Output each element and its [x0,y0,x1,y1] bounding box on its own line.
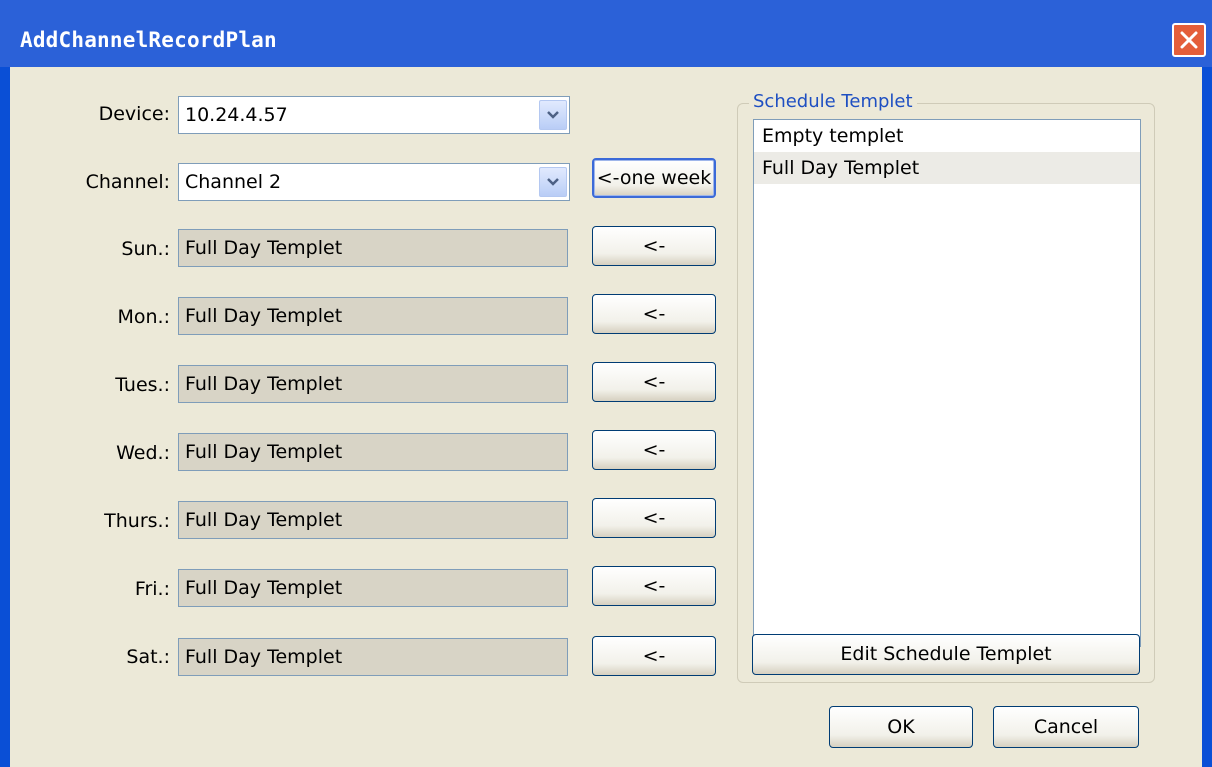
list-item[interactable]: Full Day Templet [754,152,1140,184]
channel-dropdown-button[interactable] [539,167,567,197]
edit-schedule-templet-button[interactable]: Edit Schedule Templet [752,634,1140,675]
channel-combobox[interactable]: Channel 2 [178,163,570,201]
day-label-sun: Sun.: [121,238,170,260]
schedule-templet-list[interactable]: Empty templet Full Day Templet [753,119,1141,647]
chevron-down-icon [547,111,559,119]
chevron-down-icon [547,178,559,186]
day-label-tues: Tues.: [115,374,170,396]
close-icon [1180,31,1198,49]
assign-thurs-button[interactable]: <- [592,498,716,538]
schedule-templet-title: Schedule Templet [749,91,917,112]
day-label-thurs: Thurs.: [104,510,170,532]
list-item[interactable]: Empty templet [754,120,1140,152]
dialog-window: AddChannelRecordPlan Device: 10.24.4.57 … [0,0,1212,767]
ok-button[interactable]: OK [829,706,973,748]
channel-value: Channel 2 [185,171,282,193]
day-field-mon: Full Day Templet [178,297,568,335]
day-field-fri: Full Day Templet [178,569,568,607]
close-button[interactable] [1172,23,1206,57]
one-week-button[interactable]: <-one week [592,158,716,198]
day-label-wed: Wed.: [116,442,170,464]
device-combobox[interactable]: 10.24.4.57 [178,96,570,134]
day-label-sat: Sat.: [126,646,170,668]
assign-tues-button[interactable]: <- [592,362,716,402]
title-bar[interactable]: AddChannelRecordPlan [0,0,1212,67]
assign-sat-button[interactable]: <- [592,636,716,676]
day-field-thurs: Full Day Templet [178,501,568,539]
window-title: AddChannelRecordPlan [20,28,277,52]
day-label-fri: Fri.: [134,578,170,600]
device-value: 10.24.4.57 [185,104,288,126]
assign-fri-button[interactable]: <- [592,566,716,606]
cancel-button[interactable]: Cancel [993,706,1139,748]
device-dropdown-button[interactable] [539,100,567,130]
assign-wed-button[interactable]: <- [592,430,716,470]
window-frame-right [1202,67,1212,767]
device-label: Device: [98,103,170,125]
day-label-mon: Mon.: [117,306,170,328]
assign-sun-button[interactable]: <- [592,226,716,266]
assign-mon-button[interactable]: <- [592,294,716,334]
day-field-tues: Full Day Templet [178,365,568,403]
day-field-sun: Full Day Templet [178,229,568,267]
channel-label: Channel: [85,171,170,193]
day-field-wed: Full Day Templet [178,433,568,471]
day-field-sat: Full Day Templet [178,638,568,676]
